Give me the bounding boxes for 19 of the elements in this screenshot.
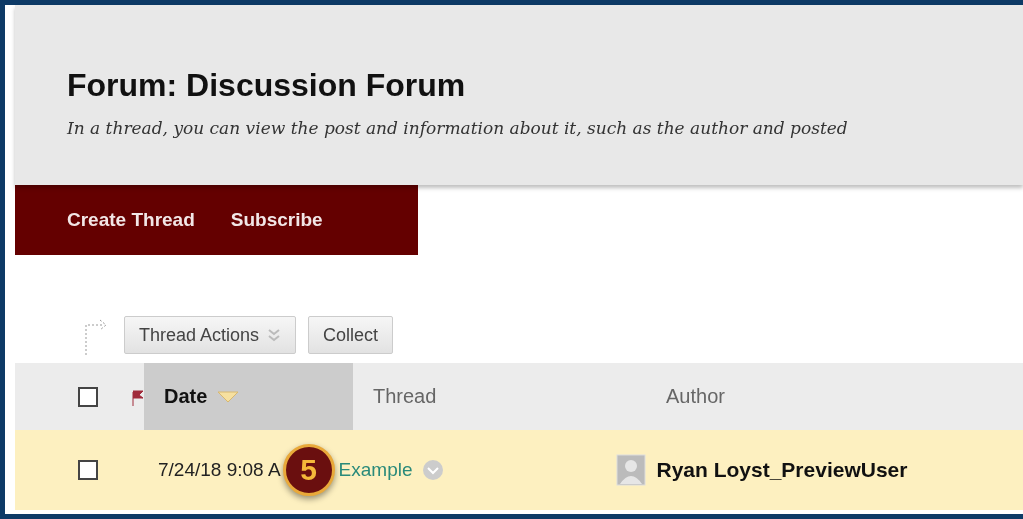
action-button[interactable]: Create Thread bbox=[67, 209, 225, 231]
sort-icon bbox=[217, 390, 240, 403]
checkbox[interactable] bbox=[78, 460, 98, 480]
page-description: In a thread, you can view the post and information about it, such as the author and posted bbox=[67, 118, 849, 138]
double-chevron-icon bbox=[267, 328, 282, 342]
author-name: Ryan Loyst_PreviewUser bbox=[656, 458, 908, 482]
thread-actions-button[interactable]: Thread Actions bbox=[124, 316, 297, 354]
action-button[interactable]: Subscribe bbox=[230, 209, 353, 231]
thread-link[interactable]: Example bbox=[338, 459, 413, 481]
date-cell: 7/24/18 9:08 A bbox=[158, 459, 281, 481]
collect-button[interactable]: Collect bbox=[308, 316, 394, 354]
flag-icon bbox=[130, 387, 144, 406]
checkbox[interactable] bbox=[78, 386, 98, 407]
page-title: Forum: Discussion Forum bbox=[67, 67, 467, 104]
avatar-icon bbox=[616, 454, 647, 486]
step-number-badge: 5 bbox=[282, 444, 335, 496]
column-header[interactable]: Thread bbox=[353, 363, 652, 430]
column-header[interactable]: Date bbox=[144, 363, 353, 430]
column-header[interactable]: Author bbox=[652, 363, 725, 430]
